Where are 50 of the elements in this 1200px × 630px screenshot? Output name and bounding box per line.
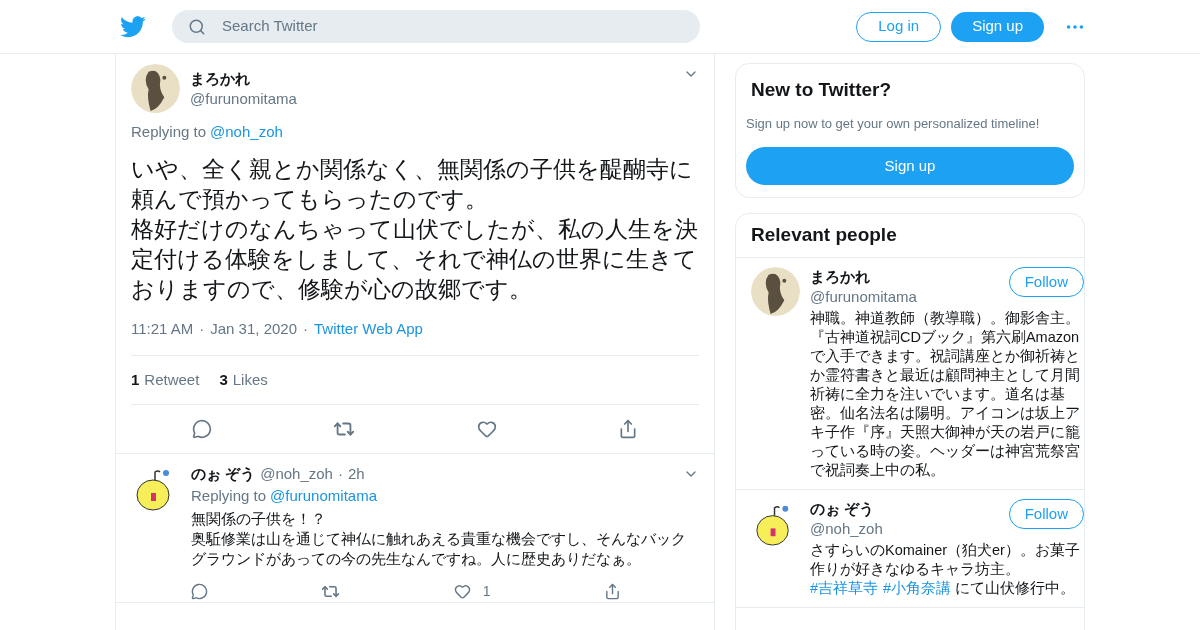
tweet-text: 格好だけのなんちゃって山伏でしたが、私の人生を決定付ける体験をしまして、それで神仏の世界に生きておりますので、修験が心の故郷です。 [131,214,699,304]
tweet-date[interactable]: Jan 31, 2020 [210,317,297,340]
author-handle[interactable]: @furunomitama [190,89,673,109]
person-handle[interactable]: @furunomitama [810,287,917,307]
separator-dot: · [199,318,205,339]
tweet-time[interactable]: 11:21 AM [131,317,194,340]
bird-logo-icon[interactable] [120,15,146,38]
separator-dot: · [303,318,308,339]
search-field[interactable]: Search Twitter [172,10,700,43]
card-title: New to Twitter? [750,78,893,102]
stat-count: 3 [219,369,228,390]
mention-link[interactable]: @furunomitama [270,485,377,506]
sign-up-button[interactable]: Sign up [951,11,1044,42]
tweet-text: いや、全く親とか関係なく、無関係の子供を醍醐寺に頼んで預かってもらったのです。 [131,154,694,214]
tweet-age[interactable]: 2h [347,463,365,486]
reply-icon[interactable] [191,419,212,439]
author-handle[interactable]: @noh_zoh [260,463,333,486]
card-title: Relevant people [736,214,1084,258]
hashtag-link[interactable]: #小角奈講 [883,580,952,596]
stat-label[interactable]: Retweet [144,368,200,392]
reply-tweet[interactable]: のぉ ぞう @noh_zoh · 2h Replying to @furunomitama 無関係の子供を！？ 奥駈修業は山を通じて神仏に触れあえる貴重な機会ですし、そんなバックグラウンドがあっての今の先生なんですね。人に歴史ありだなぁ。 1 [116,453,714,603]
separator-dot: · [337,464,343,484]
card-text: Sign up now to get your own personalized timeline! [746,114,1041,133]
like-icon[interactable] [476,419,497,439]
like-count: 1 [482,582,491,601]
stat-count: 1 [131,369,140,390]
person-handle[interactable]: @noh_zoh [810,519,883,539]
tweet-text: 無関係の子供を！？ [191,508,327,529]
author-name[interactable]: まろかれ [190,69,673,89]
like-icon[interactable] [453,583,471,600]
avatar-icon[interactable] [131,64,180,113]
sign-up-button[interactable]: Sign up [746,147,1074,185]
stat-label[interactable]: Likes [232,368,268,392]
avatar-icon[interactable] [751,267,800,316]
reply-icon[interactable] [191,583,208,600]
hashtag-link[interactable]: #吉祥草寺 [810,580,879,596]
mention-link[interactable]: @noh_zoh [210,121,283,144]
share-icon[interactable] [618,419,639,439]
person-bio: 神職。神道教師（教導職）。御影舎主。『古神道祝詞CDブック』第六刷Amazonで入手できます。祝詞講座とか御祈祷とか霊符書きと最近は顧問神主として月間祈祷に全力を注いでいます。道名は基密。仙名法名は陽明。アイコンは坂上アキ子作『序』天照大御神が天の岩戸に籠っている時の姿。ヘッダーは神宮荒祭宮で祝詞奏上中の私。 [810,309,1081,480]
tweet-text: 奥駈修業は山を通じて神仏に触れあえる貴重な機会ですし、そんなバックグラウンドがあっての今の先生なんですね。人に歴史ありだなぁ。 [191,528,687,569]
person-bio: さすらいのKomainer（狛犬er）。お菓子作りが好きなゆるキャラ坊主。 #吉祥草寺 #小角奈講 にて山伏修行中。 [810,541,1081,598]
share-icon[interactable] [603,583,621,600]
author-name[interactable]: のぉ ぞう [191,463,256,486]
source-link[interactable]: Twitter Web App [314,317,423,340]
replying-label: Replying to [131,122,207,142]
person-name[interactable]: まろかれ [810,267,917,287]
search-input[interactable]: Search Twitter [222,15,684,38]
person-name[interactable]: のぉ ぞう [810,499,883,519]
replying-label: Replying to [191,485,267,506]
search-icon [188,17,206,36]
